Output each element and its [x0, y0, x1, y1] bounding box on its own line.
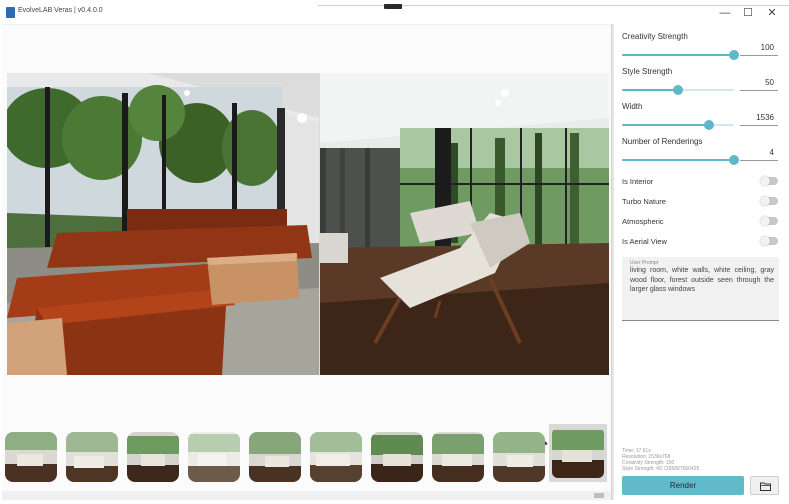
thumbnail-selected[interactable]	[549, 424, 607, 482]
toggle-label: Atmospheric	[622, 217, 664, 226]
slider-label: Number of Renderings	[622, 137, 703, 146]
toggle-label: Is Aerial View	[622, 237, 667, 246]
slider-thumb[interactable]	[729, 50, 739, 60]
slider-track[interactable]	[622, 50, 739, 60]
slider-track[interactable]	[622, 155, 739, 165]
maximize-button[interactable]: ☐	[741, 6, 755, 20]
is-interior-row: Is Interior	[622, 175, 780, 189]
number-of-renderings-slider[interactable]: Number of Renderings 4	[622, 137, 780, 167]
turbo-nature-row: Turbo Nature	[622, 195, 780, 209]
slider-track[interactable]	[622, 120, 734, 130]
slider-label: Width	[622, 102, 643, 111]
thumbnail[interactable]	[127, 432, 179, 482]
toggle-knob	[760, 236, 770, 246]
thumbnail[interactable]	[493, 432, 545, 482]
slider-fill	[622, 89, 678, 91]
settings-panel: Creativity Strength 100 Style Strength 5…	[614, 24, 789, 504]
render-button[interactable]: Render	[622, 476, 744, 495]
style-strength-slider[interactable]: Style Strength 50	[622, 67, 780, 97]
render-info: Time: 17.61s Resolution: 1536x768 Creati…	[622, 448, 782, 472]
atmospheric-toggle[interactable]	[760, 216, 778, 226]
folder-icon	[760, 482, 771, 491]
creativity-strength-slider[interactable]: Creativity Strength 100	[622, 32, 780, 62]
comparison-preview[interactable]	[7, 73, 609, 375]
scrollbar-thumb[interactable]	[594, 493, 604, 498]
slider-thumb[interactable]	[673, 85, 683, 95]
slider-value-input[interactable]: 50	[740, 77, 778, 91]
main-viewer: ⬉	[2, 24, 611, 500]
thumbnail[interactable]	[5, 432, 57, 482]
thumbnail[interactable]	[188, 432, 240, 482]
toggle-knob	[760, 196, 770, 206]
slider-thumb[interactable]	[704, 120, 714, 130]
slider-value-input[interactable]: 100	[740, 42, 778, 56]
width-slider[interactable]: Width 1536	[622, 102, 780, 132]
thumbnail[interactable]	[310, 432, 362, 482]
prompt-text[interactable]: living room, white walls, white ceiling,…	[630, 266, 774, 295]
horizontal-scrollbar[interactable]	[2, 491, 611, 500]
title-bar: EvolveLAB Veras | v0.4.0.0 — ☐ ✕	[0, 0, 789, 24]
thumbnail[interactable]	[432, 432, 484, 482]
thumbnail[interactable]	[371, 432, 423, 482]
turbo-nature-toggle[interactable]	[760, 196, 778, 206]
close-button[interactable]: ✕	[765, 6, 779, 20]
ai-render-image	[320, 73, 609, 375]
original-render-image	[7, 73, 320, 375]
slider-value-input[interactable]: 4	[740, 147, 778, 161]
is-aerial-view-row: Is Aerial View	[622, 235, 780, 249]
slider-fill	[622, 124, 709, 126]
slider-label: Creativity Strength	[622, 32, 688, 41]
user-prompt-field[interactable]: User Prompt living room, white walls, wh…	[622, 257, 779, 321]
thumbnail-strip	[5, 424, 609, 485]
atmospheric-row: Atmospheric	[622, 215, 780, 229]
toggle-label: Turbo Nature	[622, 197, 666, 206]
minimize-button[interactable]: —	[718, 6, 732, 20]
slider-track[interactable]	[622, 85, 734, 95]
is-interior-toggle[interactable]	[760, 176, 778, 186]
window-title: EvolveLAB Veras | v0.4.0.0	[18, 7, 103, 14]
slider-fill	[622, 159, 734, 161]
slider-thumb[interactable]	[729, 155, 739, 165]
slider-fill	[622, 54, 734, 56]
open-folder-button[interactable]	[750, 476, 779, 495]
app-logo-icon	[6, 7, 15, 18]
toggle-label: Is Interior	[622, 177, 654, 186]
info-style: Style Strength: 49.7265807560425	[622, 466, 700, 472]
is-aerial-view-toggle[interactable]	[760, 236, 778, 246]
thumbnail[interactable]	[249, 432, 301, 482]
toggle-knob	[760, 216, 770, 226]
slider-label: Style Strength	[622, 67, 673, 76]
slider-value-input[interactable]: 1536	[740, 112, 778, 126]
thumbnail[interactable]	[66, 432, 118, 482]
drag-handle[interactable]	[384, 4, 402, 9]
toggle-knob	[760, 176, 770, 186]
